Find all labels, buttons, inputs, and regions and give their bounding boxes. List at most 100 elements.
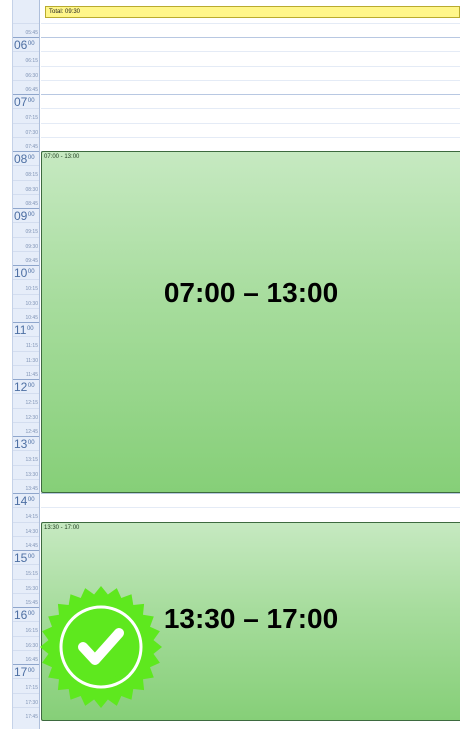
gutter-gridline xyxy=(13,65,39,67)
gutter-gridline xyxy=(13,307,39,309)
minute-label: 13:15 xyxy=(25,457,38,464)
minute-label: 17:15 xyxy=(25,685,38,692)
gutter-gridline xyxy=(13,635,39,637)
minute-label: 06:15 xyxy=(25,58,38,65)
verified-check-icon xyxy=(40,586,162,708)
minute-label: 08:45 xyxy=(25,200,38,207)
slot-gridline xyxy=(41,22,460,24)
slot-gridline xyxy=(41,122,460,124)
hour-suffix: 00 xyxy=(27,155,35,161)
minute-label: 12:45 xyxy=(25,428,38,435)
gutter-gridline xyxy=(13,649,39,651)
minute-label: 07:45 xyxy=(25,143,38,150)
hour-label: 1400 xyxy=(14,495,35,507)
hour-number: 07 xyxy=(14,95,28,109)
total-bar[interactable]: Total: 09:30 xyxy=(45,6,460,18)
minute-label: 13:30 xyxy=(25,471,38,478)
hour-label: 1600 xyxy=(14,609,35,621)
minute-label: 05:45 xyxy=(25,29,38,36)
minute-label: 11:30 xyxy=(25,357,38,364)
minute-label: 06:30 xyxy=(25,72,38,79)
hour-label: 1100 xyxy=(14,324,34,336)
hour-number: 14 xyxy=(14,494,28,508)
gutter-gridline xyxy=(13,179,39,181)
gutter-gridline xyxy=(13,364,39,366)
left-margin xyxy=(0,0,12,729)
minute-label: 16:45 xyxy=(25,656,38,663)
gutter-gridline xyxy=(13,407,39,409)
minute-label: 13:45 xyxy=(25,485,38,492)
minute-label: 09:30 xyxy=(25,243,38,250)
minute-label: 14:45 xyxy=(25,542,38,549)
hour-number: 15 xyxy=(14,551,28,565)
minute-label: 14:15 xyxy=(25,514,38,521)
shift-small-label: 13:30 - 17:00 xyxy=(44,524,80,531)
minute-label: 17:45 xyxy=(25,713,38,720)
slot-gridline xyxy=(41,493,460,494)
hour-number: 09 xyxy=(14,209,28,223)
hour-label: 1000 xyxy=(14,267,35,279)
hour-number: 13 xyxy=(14,437,28,451)
shift-block-morning[interactable]: 07:00 - 13:00 07:00 – 13:00 xyxy=(41,151,460,493)
hour-suffix: 00 xyxy=(27,98,35,104)
gutter-gridline xyxy=(13,350,39,352)
gutter-gridline xyxy=(13,521,39,523)
minute-label: 09:45 xyxy=(25,257,38,264)
slot-gridline xyxy=(41,507,460,509)
slot-gridline xyxy=(41,136,460,138)
minute-label: 11:45 xyxy=(25,371,38,378)
shift-big-label: 07:00 – 13:00 xyxy=(163,277,339,308)
hour-label: 1300 xyxy=(14,438,35,450)
minute-label: 15:45 xyxy=(25,599,38,606)
gutter-gridline xyxy=(13,464,39,466)
slot-gridline xyxy=(41,37,460,38)
gutter-gridline xyxy=(13,535,39,537)
gutter-gridline xyxy=(13,692,39,694)
day-calendar: 05:45 0600 06:15 06:30 06:45 0700 07:15 07:30 07… xyxy=(0,0,460,729)
gutter-gridline xyxy=(13,22,39,24)
hour-suffix: 00 xyxy=(27,668,35,674)
hour-number: 06 xyxy=(14,38,28,52)
gutter-gridline xyxy=(13,250,39,252)
minute-label: 10:15 xyxy=(25,286,38,293)
hour-suffix: 00 xyxy=(27,497,35,503)
hour-label: 0800 xyxy=(14,153,35,165)
minute-label: 17:30 xyxy=(25,699,38,706)
slot-gridline xyxy=(41,51,460,53)
hour-number: 16 xyxy=(14,608,28,622)
hour-number: 08 xyxy=(14,152,28,166)
hour-label: 0700 xyxy=(14,96,35,108)
hour-number: 12 xyxy=(14,380,28,394)
minute-label: 09:15 xyxy=(25,229,38,236)
minute-label: 11:15 xyxy=(25,343,38,350)
gutter-gridline xyxy=(13,421,39,423)
minute-label: 14:30 xyxy=(25,528,38,535)
gutter-gridline xyxy=(13,193,39,195)
minute-label: 08:15 xyxy=(25,172,38,179)
hour-suffix: 00 xyxy=(27,269,35,275)
gutter-gridline xyxy=(13,578,39,580)
gutter-gridline xyxy=(13,706,39,708)
total-label: Total: 09:30 xyxy=(49,9,81,15)
minute-label: 16:30 xyxy=(25,642,38,649)
minute-label: 12:15 xyxy=(25,400,38,407)
slot-gridline xyxy=(41,65,460,67)
minute-label: 10:45 xyxy=(25,314,38,321)
hour-suffix: 00 xyxy=(26,326,34,332)
hour-label: 1200 xyxy=(14,381,35,393)
minute-label: 12:30 xyxy=(25,414,38,421)
hour-label: 1700 xyxy=(14,666,35,678)
hour-suffix: 00 xyxy=(27,611,35,617)
slot-gridline xyxy=(41,108,460,110)
hour-number: 17 xyxy=(14,665,28,679)
gutter-gridline xyxy=(13,79,39,81)
gutter-gridline xyxy=(13,122,39,124)
hour-suffix: 00 xyxy=(27,383,35,389)
hour-suffix: 00 xyxy=(27,554,35,560)
minute-label: 15:30 xyxy=(25,585,38,592)
minute-label: 07:30 xyxy=(25,129,38,136)
hour-label: 0900 xyxy=(14,210,35,222)
hour-number: 10 xyxy=(14,266,28,280)
hour-label: 1500 xyxy=(14,552,35,564)
hour-number: 11 xyxy=(14,323,27,337)
